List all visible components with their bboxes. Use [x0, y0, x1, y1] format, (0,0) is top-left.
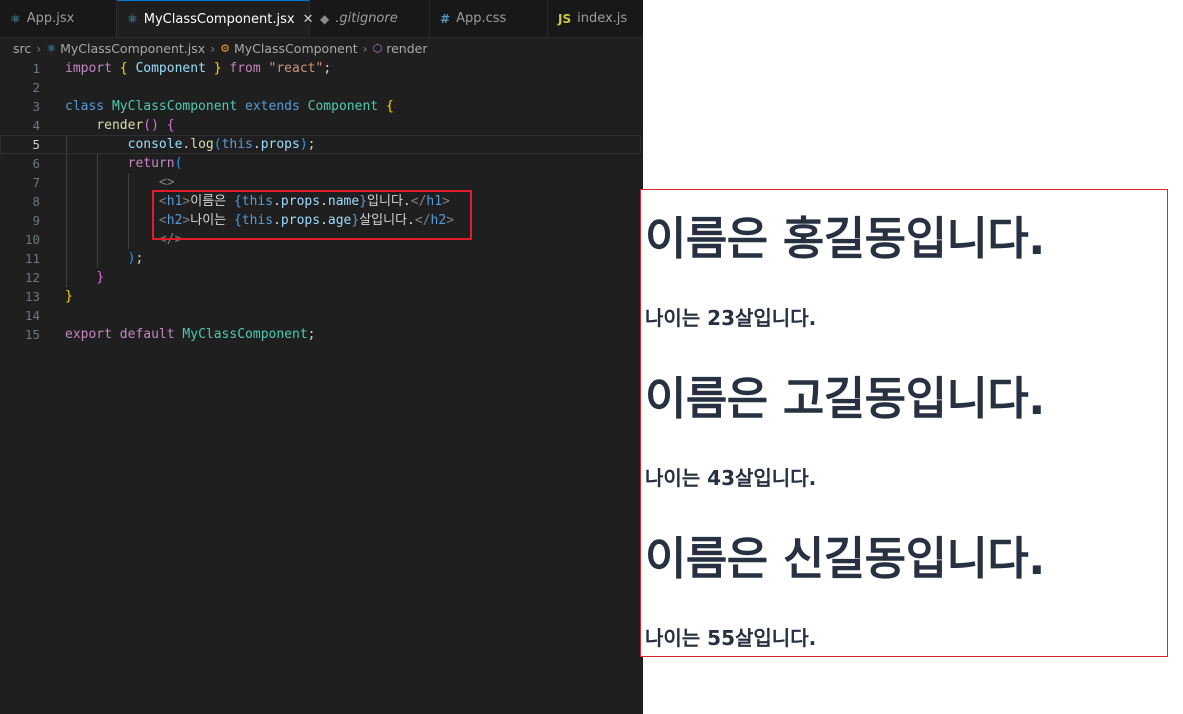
line-number: 1 [32, 61, 40, 76]
tab-label: App.jsx [26, 11, 75, 26]
line-number: 9 [32, 213, 40, 228]
tab-bar: ⚛ App.jsx ⚛ MyClassComponent.jsx ✕ ◆ .gi… [0, 0, 643, 38]
line-number: 7 [32, 175, 40, 190]
render-preview: 이름은 홍길동입니다. 나이는 23살입니다. 이름은 고길동입니다. 나이는 … [640, 189, 1168, 657]
tab-index-js[interactable]: JS index.js [548, 0, 643, 37]
code-line: 11 ); [0, 249, 643, 268]
chevron-right-icon: › [210, 40, 216, 56]
code-line: 12 } [0, 268, 643, 287]
class-icon: ⚙ [220, 41, 230, 55]
code-line: 2 [0, 78, 643, 97]
breadcrumb-folder[interactable]: src [13, 41, 31, 56]
line-number: 14 [24, 308, 40, 323]
preview-age-heading: 나이는 55살입니다. [645, 626, 817, 650]
highlight-box [152, 190, 472, 240]
line-number: 13 [24, 289, 40, 304]
preview-age-heading: 나이는 23살입니다. [645, 306, 817, 330]
preview-name-heading: 이름은 고길동입니다. [645, 372, 1045, 425]
method-icon: ⬡ [372, 41, 383, 55]
code-line: 15 export default MyClassComponent; [0, 325, 643, 344]
code-line: 6 return( [0, 154, 643, 173]
line-number: 6 [32, 156, 40, 171]
git-icon: ◆ [320, 11, 330, 26]
tab-gitignore[interactable]: ◆ .gitignore [310, 0, 430, 37]
code-line: 1 import { Component } from "react"; [0, 59, 643, 78]
code-line: 14 [0, 306, 643, 325]
line-number: 15 [24, 327, 40, 342]
line-number: 10 [24, 232, 40, 247]
tab-label: index.js [577, 11, 628, 26]
react-icon: ⚛ [46, 41, 57, 55]
line-number: 2 [32, 80, 40, 95]
preview-age-heading: 나이는 43살입니다. [645, 466, 817, 490]
tab-label: App.css [456, 11, 507, 26]
react-icon: ⚛ [10, 11, 21, 26]
code-line: 3 class MyClassComponent extends Compone… [0, 97, 643, 116]
line-number: 8 [32, 194, 40, 209]
tab-app-jsx[interactable]: ⚛ App.jsx [0, 0, 117, 37]
tab-app-css[interactable]: # App.css [430, 0, 548, 37]
tab-label: MyClassComponent.jsx [143, 11, 295, 27]
tab-myclasscomponent-jsx[interactable]: ⚛ MyClassComponent.jsx ✕ [117, 0, 313, 37]
preview-name-heading: 이름은 홍길동입니다. [645, 212, 1045, 265]
line-number: 12 [24, 270, 40, 285]
code-line: 4 render() { [0, 116, 643, 135]
css-icon: # [440, 11, 451, 26]
line-number: 4 [32, 118, 40, 133]
breadcrumb-file[interactable]: MyClassComponent.jsx [60, 41, 205, 56]
react-icon: ⚛ [127, 12, 138, 26]
line-number: 11 [24, 251, 40, 266]
code-line: 13 } [0, 287, 643, 306]
js-icon: JS [558, 11, 572, 26]
breadcrumb-method[interactable]: render [386, 41, 427, 56]
code-line-current: 5 console.log(this.props); [0, 135, 641, 154]
preview-name-heading: 이름은 신길동입니다. [645, 532, 1045, 585]
breadcrumb-class[interactable]: MyClassComponent [234, 41, 358, 56]
tab-label: .gitignore [335, 11, 398, 26]
chevron-right-icon: › [362, 40, 368, 56]
code-editor: ⚛ App.jsx ⚛ MyClassComponent.jsx ✕ ◆ .gi… [0, 0, 643, 714]
line-number: 3 [32, 99, 40, 114]
chevron-right-icon: › [36, 40, 42, 56]
breadcrumb: src › ⚛ MyClassComponent.jsx › ⚙ MyClass… [0, 37, 643, 59]
line-number: 5 [32, 137, 40, 152]
